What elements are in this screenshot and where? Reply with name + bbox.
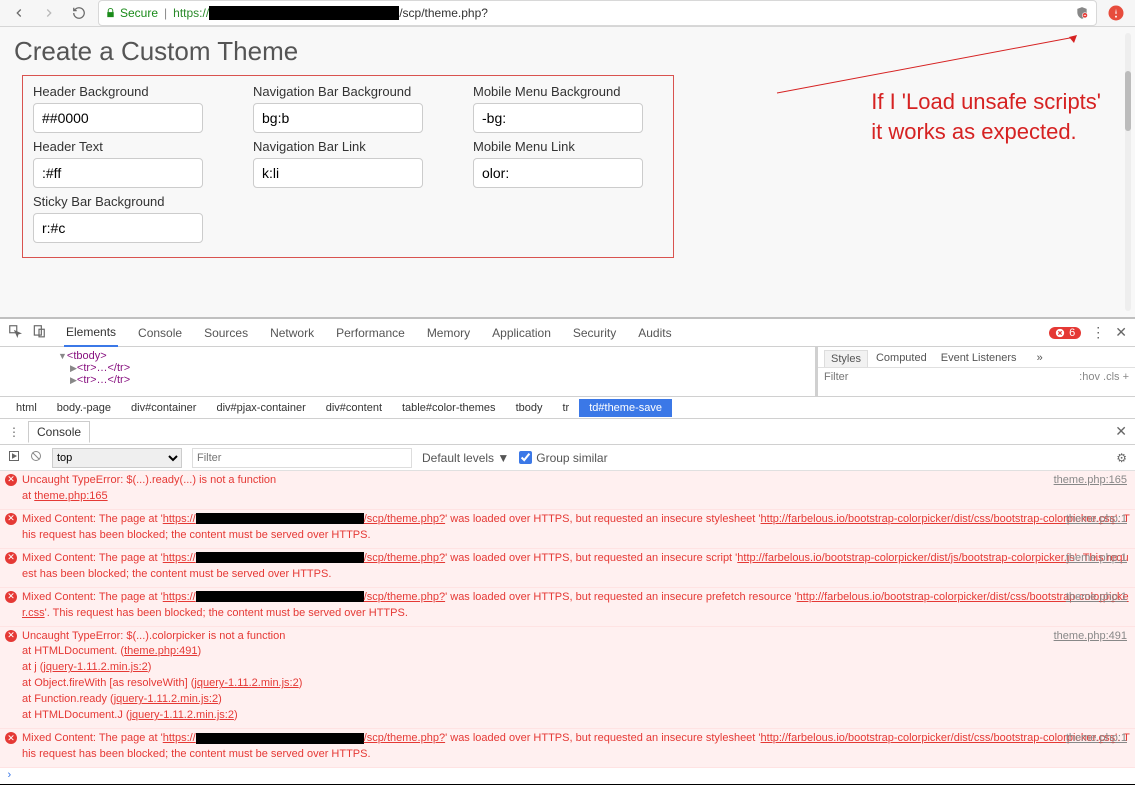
console-filter-input[interactable]: [192, 448, 412, 468]
drawer-menu-icon[interactable]: ⋮: [8, 425, 20, 439]
console-error-message: ✕theme.php:1Mixed Content: The page at '…: [0, 510, 1135, 549]
input-nav-bar-background[interactable]: [253, 103, 423, 133]
tab-elements[interactable]: Elements: [64, 325, 118, 347]
tab-memory[interactable]: Memory: [425, 326, 472, 340]
elements-tree[interactable]: ▼▼<tbody><tbody> ▶<tr>…</tr> ▶<tr>…</tr>: [0, 347, 815, 396]
input-nav-bar-link[interactable]: [253, 158, 423, 188]
error-count-badge[interactable]: 6: [1049, 327, 1081, 339]
breadcrumb-item[interactable]: tr: [552, 399, 579, 417]
form-col-2: Navigation Bar Background Navigation Bar…: [253, 84, 443, 243]
breadcrumb-item[interactable]: div#content: [316, 399, 392, 417]
scrollbar-thumb[interactable]: [1125, 71, 1131, 131]
extension-icon[interactable]: [1105, 2, 1127, 24]
page-title: Create a Custom Theme: [14, 36, 1135, 67]
console-error-message: ✕theme.php:165Uncaught TypeError: $(...)…: [0, 471, 1135, 510]
console-prompt[interactable]: ›: [0, 768, 1135, 784]
label-nav-bar-background: Navigation Bar Background: [253, 84, 443, 99]
drawer-tab-console[interactable]: Console: [28, 421, 90, 443]
console-clear-icon[interactable]: [30, 450, 42, 465]
styles-tab-computed[interactable]: Computed: [870, 350, 933, 367]
tab-network[interactable]: Network: [268, 326, 316, 340]
label-sticky-bar-background: Sticky Bar Background: [33, 194, 223, 209]
group-similar-toggle[interactable]: Group similar: [519, 451, 607, 465]
input-sticky-bar-background[interactable]: [33, 213, 203, 243]
input-mobile-menu-background[interactable]: [473, 103, 643, 133]
label-nav-bar-link: Navigation Bar Link: [253, 139, 443, 154]
label-header-background: Header Background: [33, 84, 223, 99]
lock-icon: Secure: [105, 6, 158, 20]
styles-filter-input[interactable]: [824, 371, 1073, 383]
styles-hov-cls[interactable]: :hov .cls +: [1079, 371, 1129, 383]
form-col-1: Header Background Header Text Sticky Bar…: [33, 84, 223, 243]
console-error-message: ✕theme.php:1Mixed Content: The page at '…: [0, 729, 1135, 768]
label-mobile-menu-background: Mobile Menu Background: [473, 84, 663, 99]
tab-security[interactable]: Security: [571, 326, 618, 340]
input-header-background[interactable]: [33, 103, 203, 133]
form-col-3: Mobile Menu Background Mobile Menu Link: [473, 84, 663, 243]
breadcrumb-item[interactable]: div#pjax-container: [206, 399, 315, 417]
inspect-element-icon[interactable]: [8, 324, 22, 341]
breadcrumb-item[interactable]: td#theme-save: [579, 399, 672, 417]
forward-button[interactable]: [38, 2, 60, 24]
browser-toolbar: Secure | https:///scp/theme.php?: [0, 0, 1135, 27]
console-error-message: ✕theme.php:491Uncaught TypeError: $(...)…: [0, 627, 1135, 730]
label-mobile-menu-link: Mobile Menu Link: [473, 139, 663, 154]
console-error-message: ✕theme.php:1Mixed Content: The page at '…: [0, 588, 1135, 627]
device-toggle-icon[interactable]: [32, 324, 46, 341]
theme-form: Header Background Header Text Sticky Bar…: [22, 75, 674, 258]
breadcrumb-item[interactable]: tbody: [506, 399, 553, 417]
styles-tab-event-listeners[interactable]: Event Listeners: [935, 350, 1023, 367]
tab-sources[interactable]: Sources: [202, 326, 250, 340]
devtools-menu-icon[interactable]: ⋮: [1091, 324, 1105, 341]
breadcrumb-item[interactable]: table#color-themes: [392, 399, 506, 417]
tab-performance[interactable]: Performance: [334, 326, 407, 340]
devtools-tabs: Elements Console Sources Network Perform…: [0, 319, 1135, 347]
breadcrumb-item[interactable]: div#container: [121, 399, 206, 417]
input-header-text[interactable]: [33, 158, 203, 188]
input-mobile-menu-link[interactable]: [473, 158, 643, 188]
page-content: Create a Custom Theme Header Background …: [0, 27, 1135, 319]
console-controls: top Default levels ▼ Group similar ⚙: [0, 445, 1135, 471]
console-settings-icon[interactable]: ⚙: [1116, 451, 1127, 465]
annotation-text: If I 'Load unsafe scripts' it works as e…: [871, 87, 1101, 146]
url-text: https:///scp/theme.php?: [173, 6, 488, 21]
console-context-select[interactable]: top: [52, 448, 182, 468]
reload-button[interactable]: [68, 2, 90, 24]
breadcrumb-item[interactable]: html: [6, 399, 47, 417]
styles-tab-styles[interactable]: Styles: [824, 350, 868, 367]
console-drawer-tabs: ⋮ Console ✕: [0, 419, 1135, 445]
console-error-message: ✕theme.php:1Mixed Content: The page at '…: [0, 549, 1135, 588]
tab-application[interactable]: Application: [490, 326, 553, 340]
shield-warning-icon[interactable]: [1074, 5, 1090, 21]
tab-audits[interactable]: Audits: [636, 326, 673, 340]
address-bar[interactable]: Secure | https:///scp/theme.php?: [98, 0, 1097, 26]
secure-label: Secure: [120, 6, 158, 20]
tab-console[interactable]: Console: [136, 326, 184, 340]
devtools-close-icon[interactable]: ✕: [1115, 324, 1127, 341]
drawer-close-icon[interactable]: ✕: [1115, 423, 1127, 440]
console-levels-dropdown[interactable]: Default levels ▼: [422, 451, 509, 465]
devtools-panel: Elements Console Sources Network Perform…: [0, 319, 1135, 784]
label-header-text: Header Text: [33, 139, 223, 154]
elements-breadcrumb[interactable]: htmlbody.-pagediv#containerdiv#pjax-cont…: [0, 397, 1135, 419]
url-redacted: [209, 6, 399, 20]
console-play-icon[interactable]: [8, 450, 20, 465]
console-output[interactable]: ✕theme.php:165Uncaught TypeError: $(...)…: [0, 471, 1135, 784]
styles-tabs-overflow-icon[interactable]: »: [1031, 350, 1049, 367]
breadcrumb-item[interactable]: body.-page: [47, 399, 121, 417]
styles-pane: Styles Computed Event Listeners » :hov .…: [815, 347, 1135, 396]
back-button[interactable]: [8, 2, 30, 24]
